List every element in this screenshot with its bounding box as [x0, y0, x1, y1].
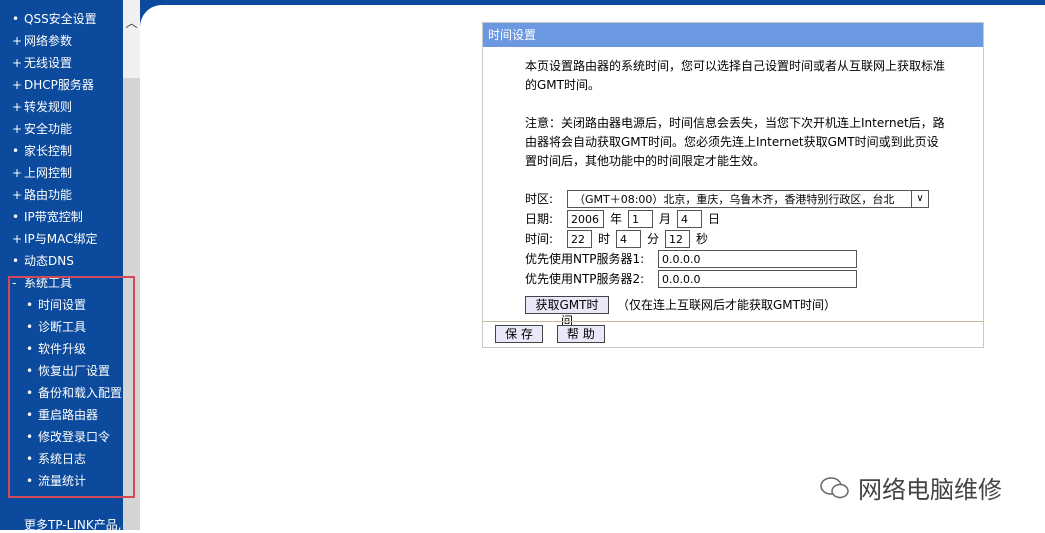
bullet-icon: + — [12, 100, 23, 114]
sidebar-item-label: 上网控制 — [24, 166, 73, 180]
year-unit: 年 — [610, 211, 623, 226]
bullet-icon: • — [12, 210, 20, 224]
month-input[interactable] — [628, 210, 654, 228]
sidebar-item[interactable]: + 网络参数 — [12, 31, 72, 51]
minute-unit: 分 — [647, 231, 660, 246]
bullet-icon: + — [12, 188, 23, 202]
wechat-icon — [820, 476, 849, 498]
second-input[interactable] — [665, 230, 691, 248]
ntp2-label: 优先使用NTP服务器2: — [525, 271, 645, 286]
time-settings-panel: 时间设置 本页设置路由器的系统时间，您可以选择自己设置时间或者从互联网上获取标准… — [482, 22, 984, 348]
sidebar-item[interactable]: + 上网控制 — [12, 163, 72, 183]
get-gmt-button[interactable]: 获取GMT时间 — [525, 296, 609, 328]
sidebar-item-label: 家长控制 — [24, 144, 73, 158]
bullet-icon: • — [12, 254, 20, 268]
bullet-icon: • — [12, 144, 20, 158]
month-unit: 月 — [659, 211, 672, 226]
ntp1-input[interactable] — [658, 250, 857, 268]
help-button[interactable]: 帮 助 — [556, 325, 605, 343]
bullet-icon: + — [12, 232, 23, 246]
hour-unit: 时 — [598, 231, 611, 246]
watermark: 网络电脑维修 — [820, 470, 1002, 505]
note-text: 注意：关闭路由器电源后，时间信息会丢失，当您下次开机连上Internet后，路由… — [525, 116, 945, 168]
bullet-icon: + — [12, 166, 23, 180]
sidebar-item-label: 转发规则 — [24, 100, 73, 114]
bullet-icon: + — [12, 78, 23, 92]
sidebar-item[interactable]: + 路由功能 — [12, 185, 72, 205]
sidebar-item-label: 网络参数 — [24, 34, 73, 48]
sidebar-item[interactable]: + IP与MAC绑定 — [12, 229, 98, 249]
sidebar-item[interactable]: + DHCP服务器 — [12, 75, 94, 95]
sidebar-item-label: IP带宽控制 — [24, 210, 83, 224]
minute-input[interactable] — [616, 230, 642, 248]
time-label: 时间: — [525, 231, 554, 246]
sidebar-item-label: 安全功能 — [24, 122, 73, 136]
highlight-box — [8, 276, 135, 498]
sidebar-item[interactable]: + 无线设置 — [12, 53, 72, 73]
chevron-down-icon[interactable]: ∨ — [911, 191, 928, 207]
sidebar-item-label: 路由功能 — [24, 188, 73, 202]
day-unit: 日 — [708, 211, 721, 226]
timezone-label: 时区: — [525, 191, 554, 206]
sidebar-item-label: DHCP服务器 — [24, 78, 94, 92]
sidebar-item[interactable]: • 动态DNS — [12, 251, 74, 271]
get-gmt-hint: （仅在连上互联网后才能获取GMT时间） — [617, 297, 836, 312]
sidebar-item[interactable]: • IP带宽控制 — [12, 207, 83, 227]
sidebar-item[interactable]: + 安全功能 — [12, 119, 72, 139]
bullet-icon: + — [12, 122, 23, 136]
bullet-icon: • — [12, 12, 20, 26]
sidebar-item[interactable]: + 转发规则 — [12, 97, 72, 117]
top-banner — [140, 0, 1045, 5]
panel-title: 时间设置 — [483, 23, 983, 47]
scroll-up-icon[interactable]: ︿ — [123, 14, 140, 31]
sidebar-item[interactable]: • 家长控制 — [12, 141, 72, 161]
bullet-icon: + — [12, 56, 23, 70]
save-button[interactable]: 保 存 — [495, 325, 543, 343]
more-products-link[interactable]: 更多TP-LINK产品, — [24, 516, 122, 533]
bullet-icon: + — [12, 34, 23, 48]
watermark-text: 网络电脑维修 — [858, 476, 1002, 504]
second-unit: 秒 — [696, 231, 709, 246]
hour-input[interactable] — [567, 230, 592, 248]
day-input[interactable] — [677, 210, 703, 228]
sidebar-item-label: IP与MAC绑定 — [24, 232, 98, 246]
date-label: 日期: — [525, 211, 554, 226]
sidebar-item-label: 无线设置 — [24, 56, 73, 70]
intro-text: 本页设置路由器的系统时间，您可以选择自己设置时间或者从互联网上获取标准的GMT时… — [525, 59, 946, 92]
sidebar-item[interactable]: • QSS安全设置 — [12, 9, 97, 29]
corner-decoration — [140, 0, 170, 35]
sidebar-item-label: 动态DNS — [24, 254, 74, 268]
year-input[interactable] — [567, 210, 604, 228]
timezone-select[interactable]: （GMT＋08:00）北京，重庆，乌鲁木齐，香港特别行政区，台北 ∨ — [567, 190, 929, 208]
sidebar-item-label: QSS安全设置 — [24, 12, 97, 26]
ntp1-label: 优先使用NTP服务器1: — [525, 251, 645, 266]
ntp2-input[interactable] — [658, 270, 857, 288]
timezone-value: （GMT＋08:00）北京，重庆，乌鲁木齐，香港特别行政区，台北 — [574, 192, 895, 206]
